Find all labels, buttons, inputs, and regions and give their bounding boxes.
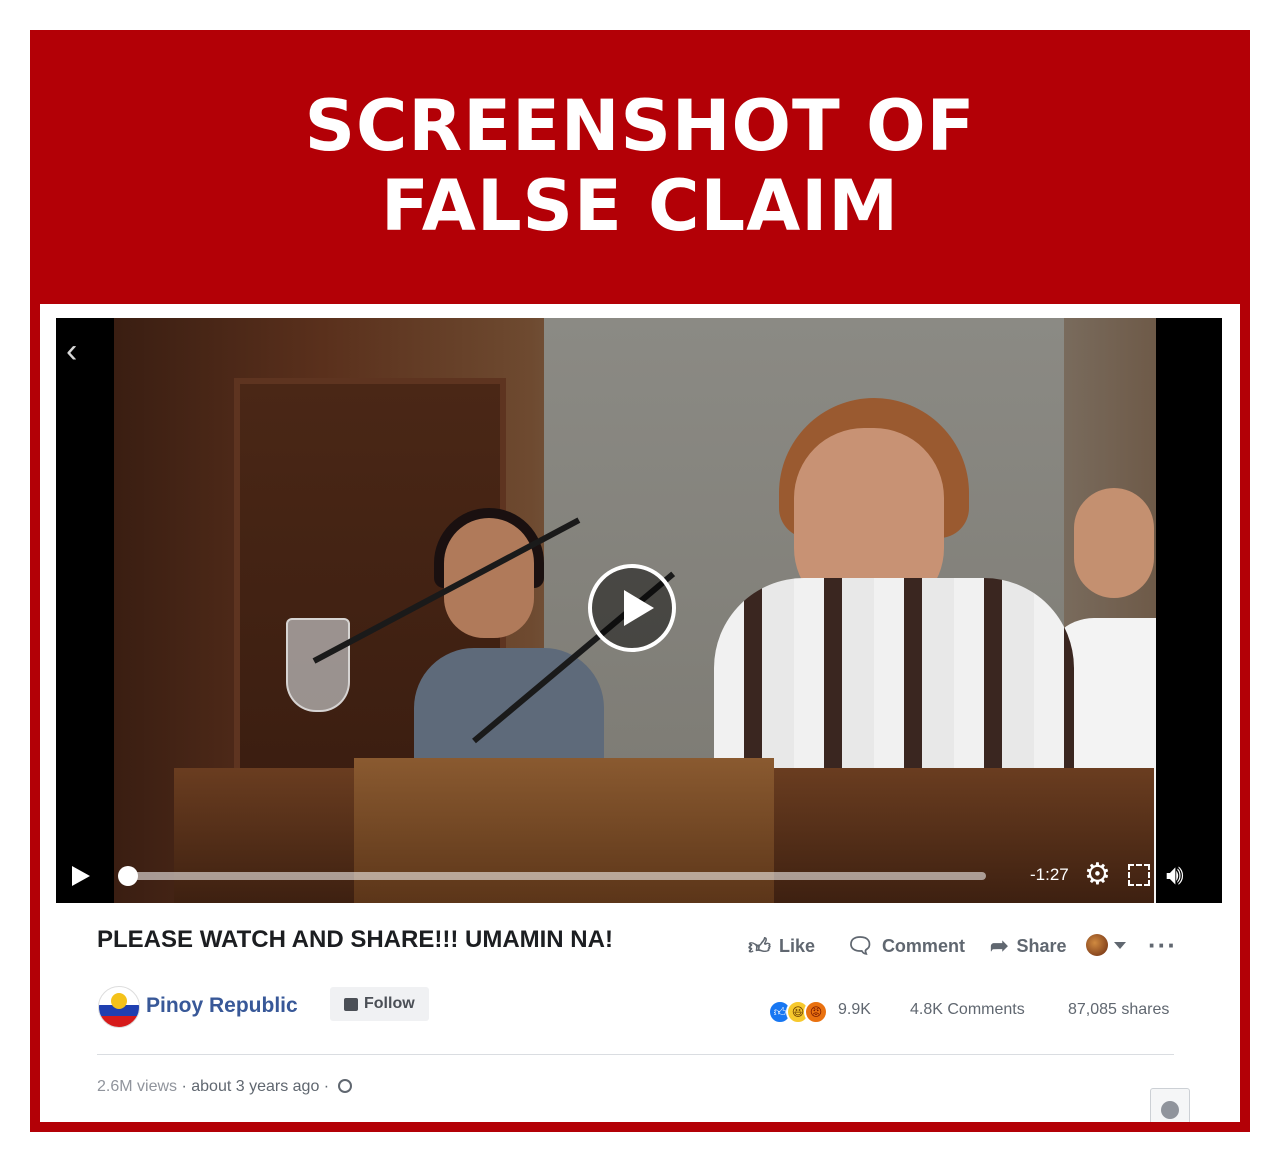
follow-button[interactable]: Follow (330, 987, 429, 1021)
globe-icon (337, 1079, 352, 1093)
post-age[interactable]: about 3 years ago (191, 1078, 319, 1095)
banner-title-line1: SCREENSHOT OF (304, 85, 976, 167)
more-options-icon[interactable]: ··· (1148, 930, 1177, 961)
play-icon[interactable] (588, 564, 676, 652)
share-button[interactable]: ➦ Share (990, 932, 1066, 960)
play-icon[interactable] (72, 866, 90, 886)
comment-button[interactable]: 🗨︎ Comment (846, 932, 965, 960)
banner-title-line2: FALSE CLAIM (380, 165, 900, 247)
facebook-post-panel: ‹ -1:27 ⚙ 🔊︎ PLEASE WATCH AND SHARE!!! U… (40, 304, 1240, 1122)
angry-reaction-icon: 😡︎ (804, 1000, 828, 1024)
follow-label: Follow (364, 995, 415, 1012)
follow-icon (344, 997, 358, 1011)
red-frame: SCREENSHOT OF FALSE CLAIM ‹ -1:27 ⚙ 🔊︎ P… (30, 30, 1250, 1132)
comment-bubble-icon: 🗨︎ (846, 933, 874, 958)
page-logo[interactable] (98, 986, 140, 1028)
like-button[interactable]: 👍︎ Like (748, 932, 815, 960)
post-title: PLEASE WATCH AND SHARE!!! UMAMIN NA! (97, 926, 613, 953)
progress-bar[interactable] (118, 866, 986, 886)
view-count: 2.6M views (97, 1078, 178, 1095)
fullscreen-icon[interactable] (1128, 864, 1150, 886)
banner-title: SCREENSHOT OF FALSE CLAIM (30, 86, 1250, 246)
page-name-link[interactable]: Pinoy Republic (146, 994, 298, 1018)
share-arrow-icon: ➦ (990, 933, 1009, 958)
progress-knob[interactable] (118, 866, 138, 886)
settings-gear-icon[interactable]: ⚙ (1084, 858, 1111, 892)
comment-label: Comment (881, 935, 965, 956)
reaction-count[interactable]: 9.9K (838, 1001, 871, 1019)
divider (97, 1054, 1174, 1055)
share-count[interactable]: 87,085 shares (1068, 1001, 1169, 1019)
caret-down-icon[interactable] (1114, 942, 1126, 949)
remaining-time: -1:27 (1030, 865, 1069, 884)
volume-icon[interactable]: 🔊︎ (1166, 858, 1184, 892)
avatar[interactable] (1086, 934, 1108, 956)
video-controls: -1:27 ⚙ 🔊︎ (56, 848, 1222, 903)
like-label: Like (779, 935, 816, 956)
thumbs-up-icon: 👍︎ (748, 933, 771, 959)
reaction-icons[interactable]: 👍︎ 😆︎ 😡︎ (768, 1000, 834, 1024)
comment-count[interactable]: 4.8K Comments (910, 1001, 1025, 1019)
share-label: Share (1016, 935, 1067, 956)
post-meta: 2.6M views · about 3 years ago · (97, 1078, 352, 1096)
meta-separator: · (319, 1078, 334, 1095)
video-player[interactable]: ‹ -1:27 ⚙ 🔊︎ (56, 318, 1222, 903)
globe-icon[interactable] (1150, 1088, 1190, 1122)
meta-separator: · (177, 1078, 192, 1095)
chevron-left-icon[interactable]: ‹ (66, 334, 77, 368)
